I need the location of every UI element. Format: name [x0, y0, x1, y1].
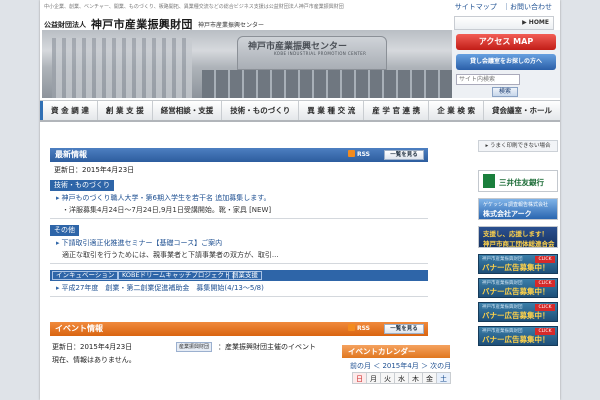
rental-room-button[interactable]: 貸し会議室をお探しの方へ	[456, 54, 556, 70]
divider	[50, 296, 428, 297]
rss-label: RSS	[357, 151, 370, 158]
weekday-wed: 水	[394, 372, 409, 384]
ad-banner[interactable]: 神戸市産業振興財団 バナー広告募集中！ CLICK	[478, 278, 558, 298]
weekday-tue: 火	[380, 372, 395, 384]
rss-icon	[348, 324, 355, 331]
arc-subtitle: ゲケッショ調査報告株式会社	[483, 202, 549, 208]
tag-incubation: インキュベーション	[52, 271, 119, 280]
ad-banner[interactable]: 神戸市産業振興財団 バナー広告募集中！ CLICK	[478, 326, 558, 346]
home-arrow-icon: ▶	[522, 19, 527, 26]
event-legend: ：産業振興財団主催のイベント	[218, 343, 316, 351]
news-rss-link[interactable]: RSS	[348, 150, 376, 159]
weekday-mon: 月	[366, 372, 381, 384]
category-label: その他	[50, 225, 79, 236]
nav-rental-hall[interactable]: 貸会議室・ホール	[484, 101, 560, 120]
calendar-month-nav[interactable]: 前の月 ＜ 2015年4月 ＞ 次の月	[350, 361, 451, 371]
nav-funding[interactable]: 資 金 調 達	[40, 101, 98, 120]
news-title: 最新情報	[55, 150, 87, 159]
ad-banner-click: CLICK	[535, 280, 555, 287]
weekday-sun: 日	[352, 372, 367, 384]
news-item-link[interactable]: 下請取引適正化推進セミナー【基礎コース】ご案内	[56, 238, 223, 248]
sitemap-link[interactable]: サイトマップ	[455, 3, 497, 11]
event-title: イベント情報	[55, 324, 103, 333]
rental-label: 貸し会議室をお探しの方へ	[469, 58, 542, 65]
smbc-name: 三井住友銀行	[499, 178, 544, 187]
search-button[interactable]: 検索	[492, 87, 518, 97]
news-item-detail: 洋服募集4月24日～7月24日,9月1日受講開始。靴・家具 [NEW]	[62, 205, 271, 215]
ad-banner-click: CLICK	[535, 256, 555, 263]
home-link[interactable]: ▶ HOME	[454, 16, 554, 30]
shoko-banner[interactable]: 支援し、応援します！ 神戸市商工団体総連合会	[478, 226, 558, 248]
ad-banner-click: CLICK	[535, 304, 555, 311]
site-search-input[interactable]	[456, 74, 520, 85]
rss-icon	[348, 150, 355, 157]
event-calendar: イベントカレンダー 前の月 ＜ 2015年4月 ＞ 次の月 日 月 火 水 木 …	[342, 345, 451, 400]
glass-facade	[202, 70, 452, 98]
ad-banner[interactable]: 神戸市産業振興財団 バナー広告募集中！ CLICK	[478, 254, 558, 274]
tag-dream-catch: KOBEドリームキャッチプロジェクト	[118, 271, 235, 280]
ad-banner-label: バナー広告募集中！	[482, 311, 550, 320]
site-tagline: 中小企業、創業、ベンチャー、開業、ものづくり、販路開拓、異業種交流などの総合ビジ…	[44, 4, 344, 10]
event-empty-text: 現在、情報はありません。	[52, 356, 136, 364]
nav-technology[interactable]: 技術・ものづくり	[222, 101, 300, 120]
event-rss-link[interactable]: RSS	[348, 324, 376, 333]
access-map-button[interactable]: アクセス MAP	[456, 34, 556, 50]
event-updated: 更新日：2015年4月23日	[52, 343, 133, 351]
print-arrow-icon: ▸	[485, 143, 489, 149]
news-item-detail: 適正な取引を行うためには、親事業者と下請事業者の双方が、取引...	[62, 251, 279, 259]
org-prefix: 公益財団法人	[44, 21, 86, 29]
category-label: 技術・ものづくり	[50, 180, 114, 191]
tag-row: インキュベーション KOBEドリームキャッチプロジェクト 創業支援	[50, 270, 428, 281]
nav-collaboration[interactable]: 産 学 官 連 携	[364, 101, 430, 120]
tag-startup: 創業支援	[228, 271, 262, 280]
event-badge: 産業振興財団	[176, 342, 213, 352]
home-label: HOME	[528, 19, 549, 26]
nav-exchange[interactable]: 異 業 種 交 流	[299, 101, 365, 120]
smbc-logo	[483, 174, 495, 188]
weekday-sat: 土	[436, 372, 451, 384]
nav-startup[interactable]: 創 業 支 援	[98, 101, 153, 120]
nav-company-search[interactable]: 企 業 検 索	[429, 101, 485, 120]
news-more-button[interactable]: 一覧を見る	[384, 150, 424, 160]
print-help-label: うまく印刷できない場合	[490, 143, 551, 149]
access-label: アクセス MAP	[478, 37, 534, 46]
divider	[50, 263, 428, 264]
page: 中小企業、創業、ベンチャー、開業、ものづくり、販路開拓、異業種交流などの総合ビジ…	[40, 0, 560, 400]
event-header: イベント情報 RSS 一覧を見る	[50, 322, 428, 336]
shoko-name: 神戸市商工団体総連合会	[483, 240, 555, 248]
utility-links: サイトマップ ｜お問い合わせ	[451, 2, 552, 12]
calendar-weekdays: 日 月 火 水 木 金 土	[352, 372, 451, 384]
weekday-fri: 金	[422, 372, 437, 384]
sidebar-top: アクセス MAP 貸し会議室をお探しの方へ 検索	[452, 30, 560, 98]
news-item-link[interactable]: 平成27年度 創業・第二創業促進補助金 募集開始(4/13～5/8)	[56, 283, 264, 293]
ad-banner-label: バナー広告募集中！	[482, 287, 550, 296]
org-center: 神戸市産業振興センター	[198, 22, 265, 29]
news-item-link[interactable]: 神戸ものづくり職人大学・第6期入学生を若干名 追加募集します。	[56, 193, 271, 203]
global-nav: 資 金 調 達 創 業 支 援 経営相談・支援 技術・ものづくり 異 業 種 交…	[40, 100, 560, 122]
news-header: 最新情報 RSS 一覧を見る	[50, 148, 428, 162]
ad-banner-click: CLICK	[535, 328, 555, 335]
ad-banner-label: バナー広告募集中！	[482, 335, 550, 344]
building-photo	[52, 38, 192, 98]
rss-label: RSS	[357, 325, 370, 332]
nav-consulting[interactable]: 経営相談・支援	[153, 101, 223, 120]
contact-link[interactable]: ｜お問い合わせ	[503, 3, 552, 11]
shoko-slogan: 支援し、応援します！	[483, 230, 548, 238]
divider	[50, 218, 428, 219]
weekday-thu: 木	[408, 372, 423, 384]
hero-image: 神戸市産業振興センター KOBE INDUSTRIAL PROMOTION CE…	[42, 30, 452, 98]
event-more-button[interactable]: 一覧を見る	[384, 324, 424, 334]
smbc-banner[interactable]: 三井住友銀行	[478, 170, 558, 192]
arc-name: 株式会社アーク	[483, 210, 532, 218]
arc-banner[interactable]: ゲケッショ調査報告株式会社 株式会社アーク	[478, 198, 558, 220]
ad-banner[interactable]: 神戸市産業振興財団 バナー広告募集中！ CLICK	[478, 302, 558, 322]
news-updated: 更新日：2015年4月23日	[54, 166, 135, 174]
print-help-link[interactable]: ▸ うまく印刷できない場合	[478, 140, 558, 152]
calendar-title: イベントカレンダー	[342, 345, 450, 358]
sign-subtext: KOBE INDUSTRIAL PROMOTION CENTER	[274, 51, 367, 56]
ad-banner-label: バナー広告募集中！	[482, 263, 550, 272]
